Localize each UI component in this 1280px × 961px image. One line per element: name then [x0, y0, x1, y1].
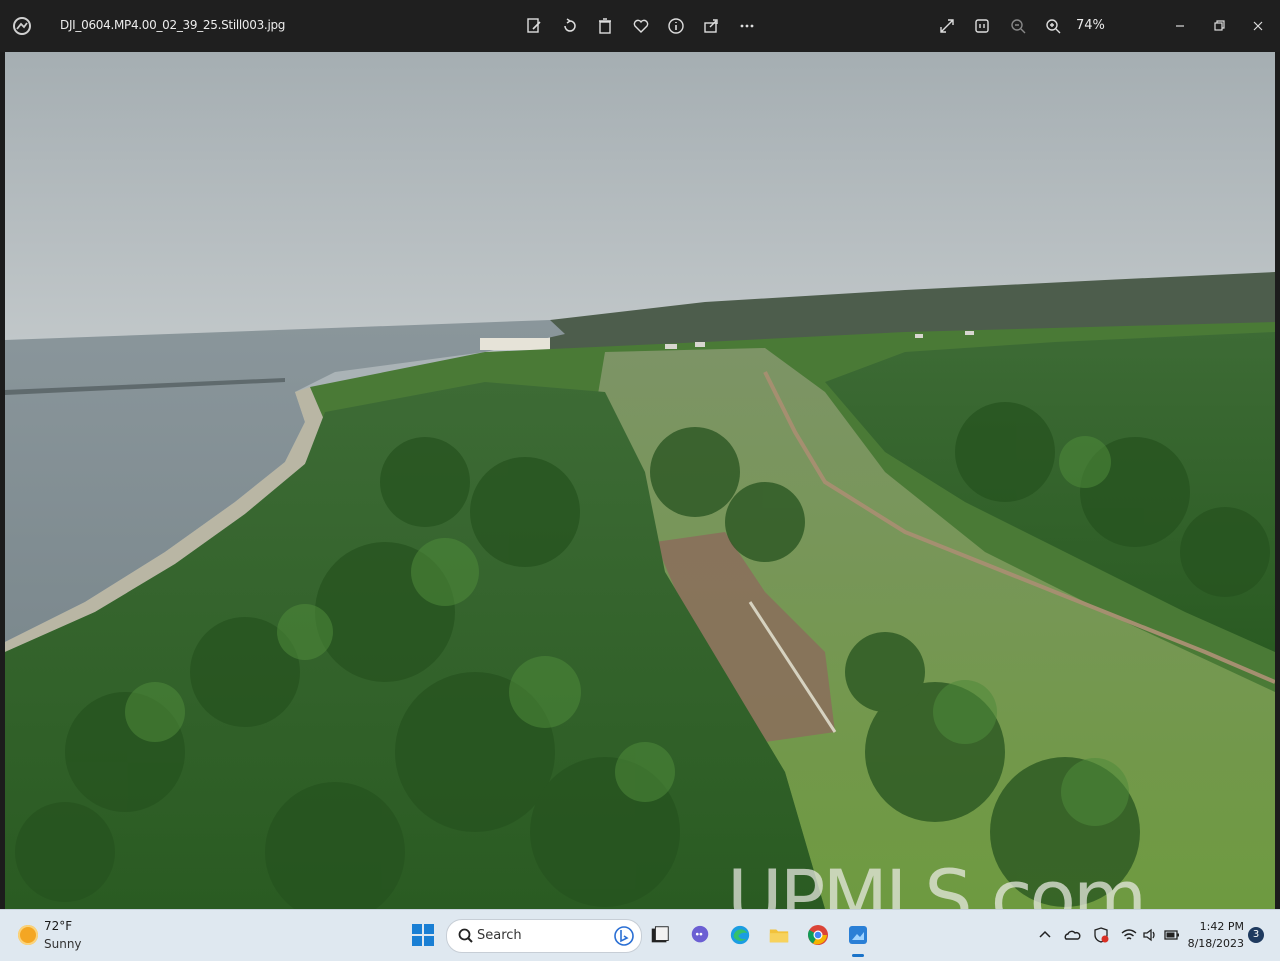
- chevron-up-icon[interactable]: [1036, 926, 1054, 944]
- zoom-in-icon[interactable]: [1039, 12, 1067, 40]
- edge-icon[interactable]: [726, 921, 754, 949]
- clock-date[interactable]: 8/18/2023: [1186, 937, 1244, 950]
- close-icon[interactable]: [1244, 12, 1272, 40]
- zoom-level[interactable]: 74%: [1076, 18, 1105, 33]
- battery-icon[interactable]: [1163, 926, 1181, 944]
- zoom-out-icon[interactable]: [1004, 12, 1032, 40]
- delete-icon[interactable]: [591, 12, 619, 40]
- sun-icon[interactable]: [18, 925, 38, 945]
- shore-building: [480, 338, 550, 350]
- rotate-icon[interactable]: [556, 12, 584, 40]
- clock-time[interactable]: 1:42 PM: [1198, 920, 1244, 933]
- chrome-icon[interactable]: [804, 921, 832, 949]
- fit-icon[interactable]: [968, 12, 996, 40]
- weather-description[interactable]: Sunny: [44, 937, 82, 951]
- share-icon[interactable]: [697, 12, 725, 40]
- onedrive-icon[interactable]: [1063, 926, 1081, 944]
- taskbar-search[interactable]: Search: [446, 919, 642, 953]
- title-bar: DJI_0604.MP4.00_02_39_25.Still003.jpg 74…: [0, 0, 1280, 52]
- aerial-photo: [5, 52, 1275, 909]
- more-icon[interactable]: [733, 12, 761, 40]
- volume-icon[interactable]: [1141, 926, 1159, 944]
- watermark-text: UPMLS.com: [727, 853, 1147, 910]
- folder-icon[interactable]: [765, 921, 793, 949]
- search-icon: [457, 927, 475, 945]
- file-name: DJI_0604.MP4.00_02_39_25.Still003.jpg: [60, 18, 286, 32]
- info-icon[interactable]: [662, 12, 690, 40]
- fullscreen-icon[interactable]: [933, 12, 961, 40]
- photo-canvas[interactable]: UPMLS.com: [5, 52, 1275, 909]
- teams-chat-icon[interactable]: [686, 921, 714, 949]
- wifi-icon[interactable]: [1120, 926, 1138, 944]
- photos-icon[interactable]: [844, 921, 872, 957]
- windows-start-icon[interactable]: [410, 922, 436, 948]
- search-placeholder: Search: [477, 928, 522, 943]
- restore-icon[interactable]: [1205, 12, 1233, 40]
- file-explorer-icon[interactable]: [646, 921, 674, 949]
- viewer-border-right: [1275, 52, 1280, 909]
- notification-badge[interactable]: 3: [1248, 927, 1264, 943]
- edit-icon[interactable]: [520, 12, 548, 40]
- photos-app-icon: [10, 14, 34, 38]
- taskbar: 72°F Sunny Search 1:42 PM 8/18/2023 3: [0, 909, 1280, 961]
- favorite-icon[interactable]: [627, 12, 655, 40]
- minimize-icon[interactable]: [1166, 12, 1194, 40]
- weather-temperature[interactable]: 72°F: [44, 919, 72, 933]
- antivirus-icon[interactable]: [1092, 926, 1110, 944]
- bing-icon[interactable]: [613, 925, 635, 947]
